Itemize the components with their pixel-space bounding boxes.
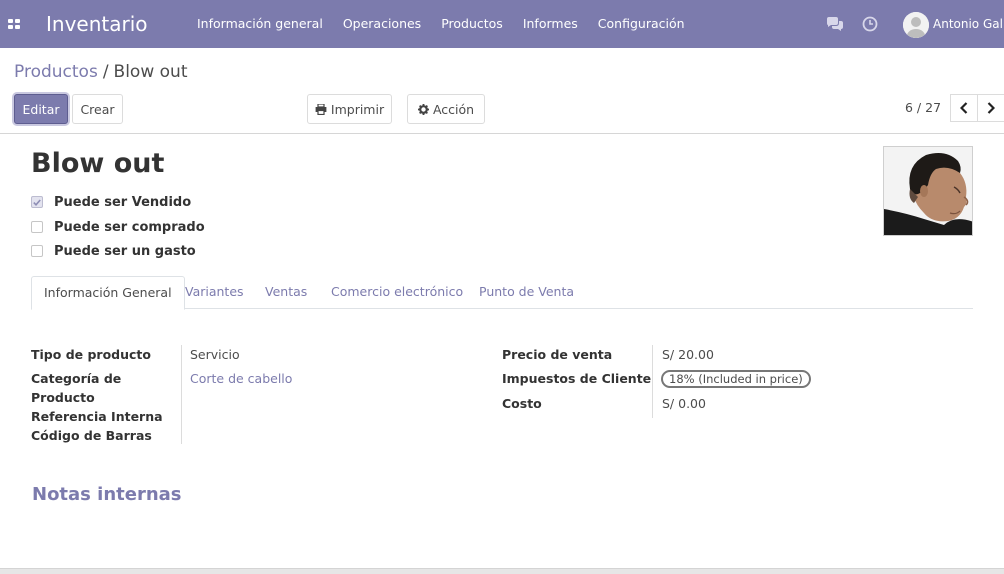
app-name[interactable]: Inventario [46, 12, 148, 36]
menu-item-configuracion[interactable]: Configuración [588, 0, 695, 48]
menu-item-informes[interactable]: Informes [513, 0, 588, 48]
category-value-link[interactable]: Corte de cabello [190, 369, 292, 388]
product-type-label: Tipo de producto [31, 347, 151, 362]
apps-grid-icon[interactable] [8, 19, 20, 29]
user-avatar[interactable] [903, 12, 929, 38]
tab-comercio-electronico[interactable]: Comercio electrónico [331, 276, 463, 309]
breadcrumb-parent[interactable]: Productos [14, 62, 98, 82]
cost-value[interactable]: S/ 0.00 [662, 394, 706, 413]
left-group-separator [181, 345, 182, 444]
checkmark-icon [33, 198, 41, 206]
chevron-right-icon [987, 102, 995, 114]
breadcrumb-current: Blow out [113, 62, 188, 82]
sale-price-label: Precio de venta [502, 347, 613, 362]
breadcrumb: Productos / Blow out [14, 62, 187, 82]
pager-previous-button[interactable] [950, 94, 978, 122]
barcode-label: Código de Barras [31, 428, 152, 443]
create-button[interactable]: Crear [72, 94, 123, 124]
tab-variantes[interactable]: Variantes [185, 276, 244, 309]
notebook-tabs: Información General Variantes Ventas Com… [31, 276, 973, 310]
product-image[interactable] [883, 146, 973, 236]
can-be-sold-row[interactable]: Puede ser Vendido [31, 194, 191, 210]
internal-reference-label: Referencia Interna [31, 409, 163, 424]
tab-informacion-general[interactable]: Información General [31, 276, 185, 310]
chat-icon[interactable] [826, 17, 844, 31]
menu-item-operaciones[interactable]: Operaciones [333, 0, 431, 48]
product-type-value[interactable]: Servicio [190, 345, 240, 364]
customer-tax-badge[interactable]: 18% (Included in price) [661, 370, 811, 388]
category-label-line1: Categoría de [31, 371, 122, 386]
print-button-label: Imprimir [330, 101, 385, 117]
barber-customer-photo [884, 147, 972, 235]
can-be-expensed-label: Puede ser un gasto [54, 243, 196, 259]
category-label-line2: Producto [31, 390, 95, 405]
can-be-sold-label: Puede ser Vendido [54, 194, 192, 210]
menu-item-informacion-general[interactable]: Información general [187, 0, 333, 48]
create-button-label: Crear [80, 101, 115, 117]
tab-ventas[interactable]: Ventas [265, 276, 307, 309]
clock-icon[interactable] [862, 16, 878, 32]
edit-button[interactable]: Editar [14, 94, 68, 124]
customer-taxes-label: Impuestos de Cliente [502, 371, 652, 386]
top-navbar: Inventario Información general Operacion… [0, 0, 1004, 48]
pager-next-button[interactable] [977, 94, 1004, 122]
product-name[interactable]: Blow out [31, 148, 164, 179]
printer-icon [315, 103, 327, 115]
can-be-purchased-row[interactable]: Puede ser comprado [31, 219, 205, 235]
gear-icon [417, 103, 429, 115]
pager-value[interactable]: 6 / 27 [905, 100, 941, 115]
can-be-purchased-checkbox[interactable] [31, 221, 43, 233]
action-button[interactable]: Acción [407, 94, 485, 124]
tab-punto-de-venta[interactable]: Punto de Venta [479, 276, 574, 309]
bottom-scroll-edge [0, 568, 1004, 574]
can-be-expensed-row[interactable]: Puede ser un gasto [31, 243, 196, 259]
right-group-separator [652, 345, 653, 418]
user-name[interactable]: Antonio Gall [933, 17, 1004, 31]
internal-notes-title: Notas internas [32, 484, 182, 505]
action-button-label: Acción [432, 101, 475, 117]
breadcrumb-separator: / [102, 62, 109, 82]
cost-label: Costo [502, 396, 542, 411]
menu-item-productos[interactable]: Productos [431, 0, 513, 48]
can-be-purchased-label: Puede ser comprado [54, 219, 205, 235]
sale-price-value[interactable]: S/ 20.00 [662, 345, 714, 364]
print-button[interactable]: Imprimir [307, 94, 392, 124]
control-panel-divider [0, 133, 1004, 134]
chevron-left-icon [960, 102, 968, 114]
can-be-expensed-checkbox[interactable] [31, 245, 43, 257]
edit-button-label: Editar [22, 101, 60, 117]
can-be-sold-checkbox[interactable] [31, 196, 43, 208]
main-menu: Información general Operaciones Producto… [187, 0, 695, 48]
